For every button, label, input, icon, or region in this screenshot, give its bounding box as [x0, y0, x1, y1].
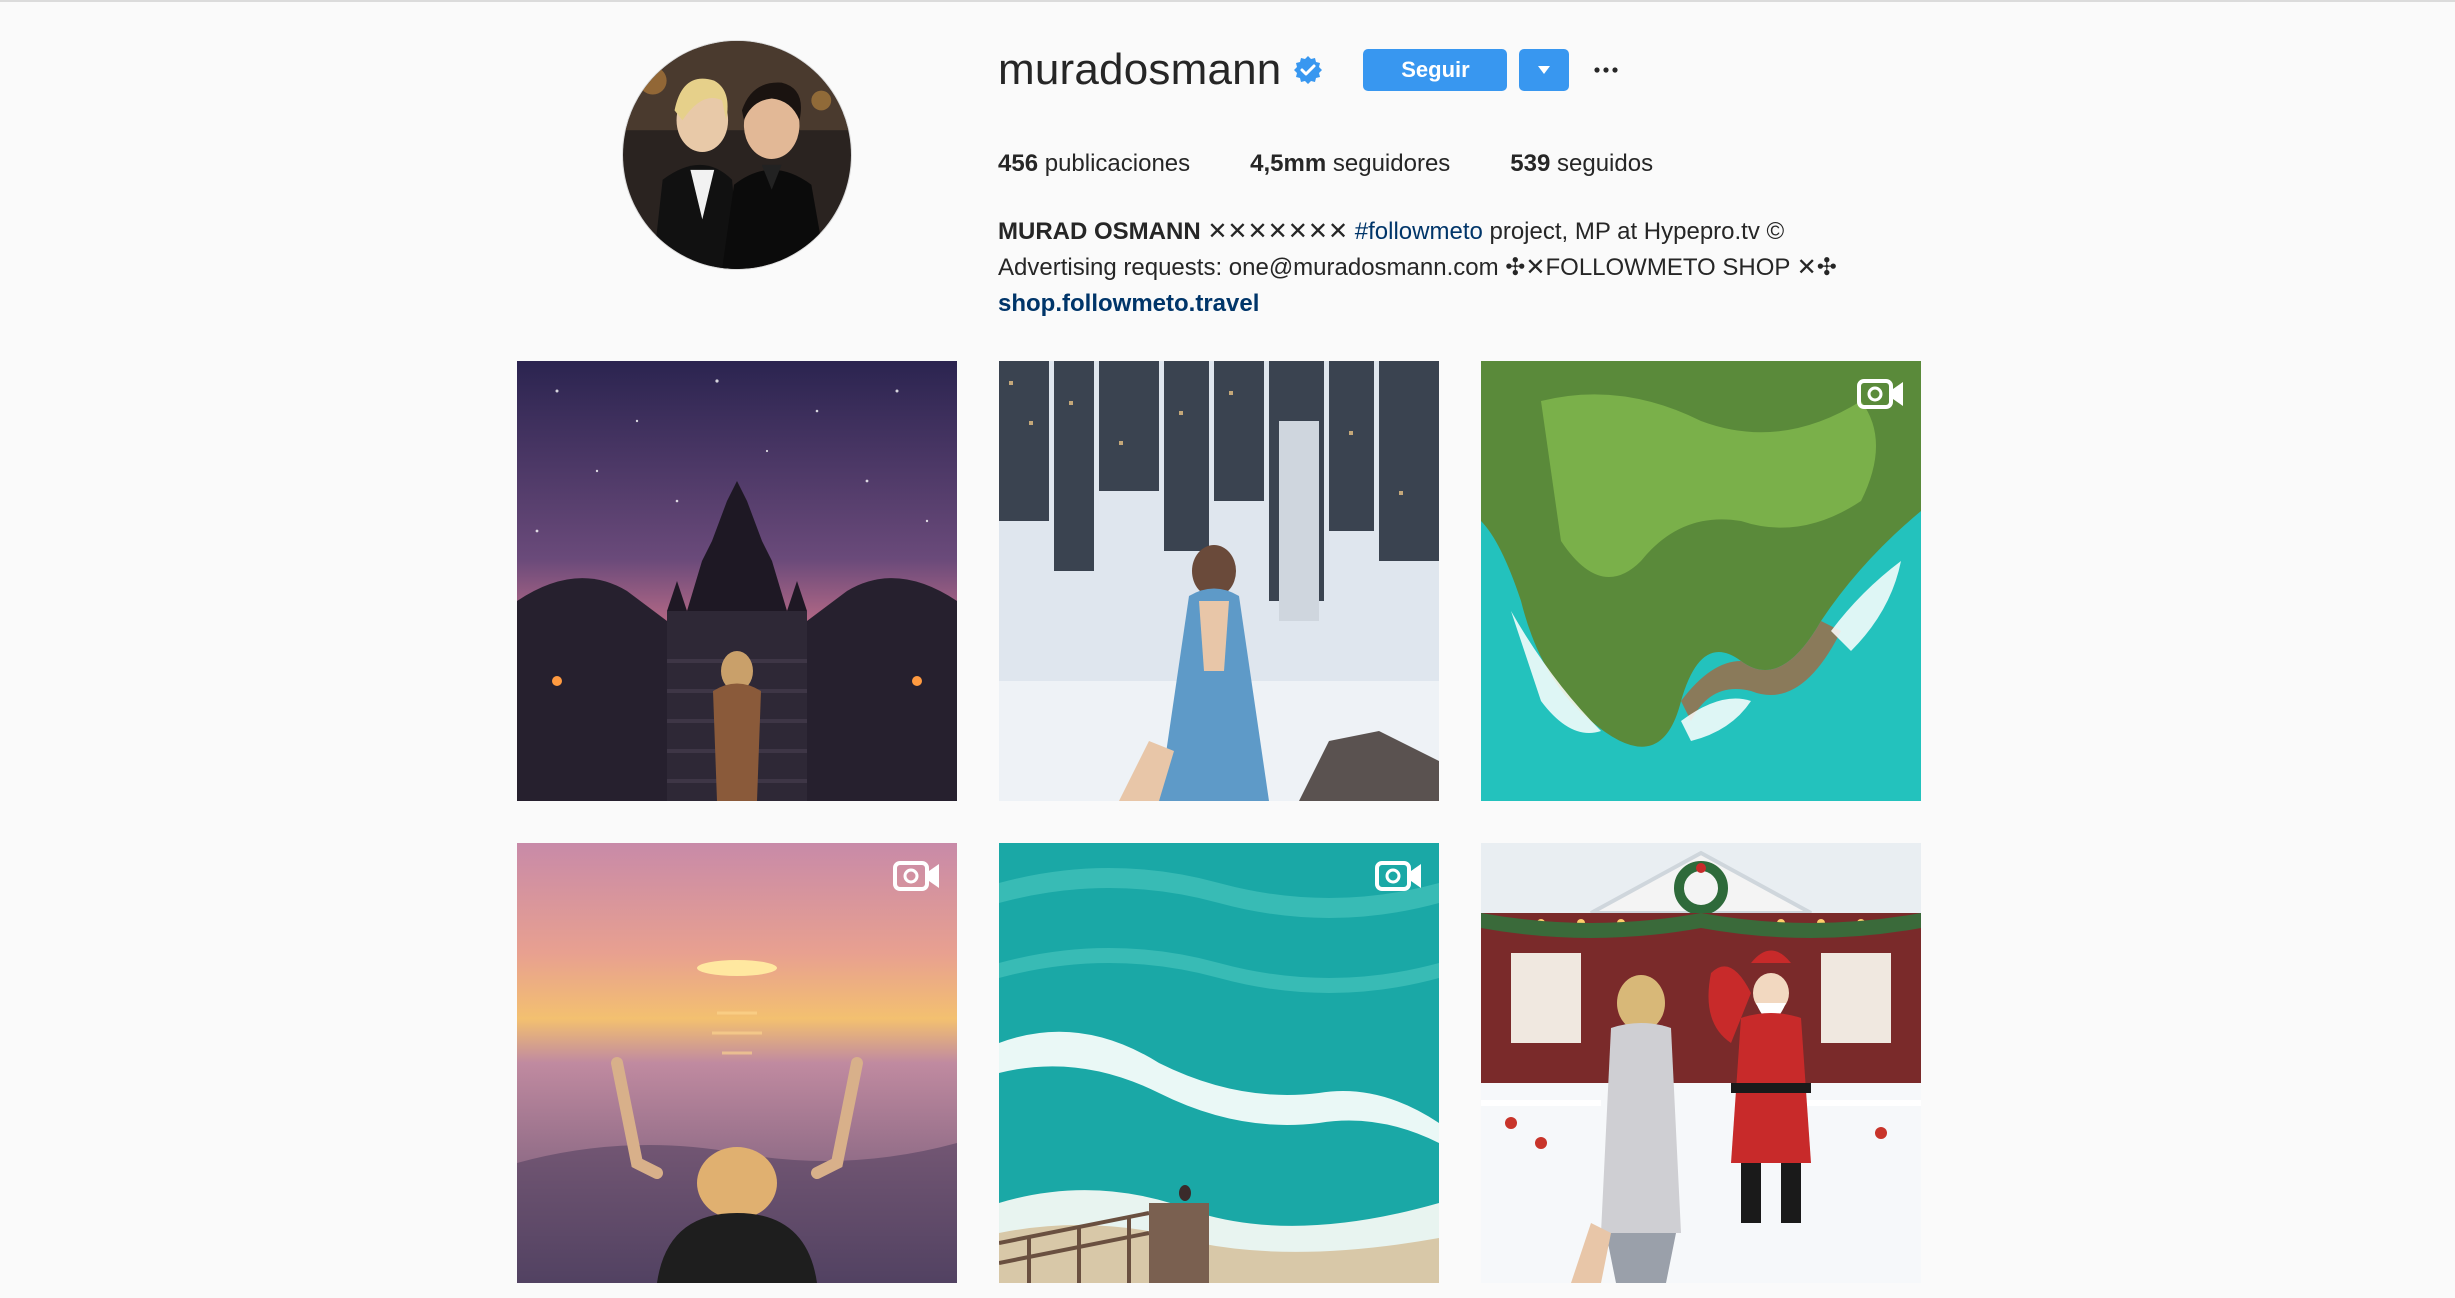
video-camera-icon	[1857, 379, 1903, 409]
posts-label: publicaciones	[1044, 150, 1191, 177]
profile-stats: 456 publicaciones 4,5mm seguidores 539 s…	[998, 150, 1918, 178]
top-border	[0, 0, 2455, 2]
bio-symbols: ✕✕✕✕✕✕✕	[1200, 218, 1355, 245]
post-tile[interactable]	[517, 843, 957, 1283]
bio-line-2: Advertising requests: one@muradosmann.co…	[998, 254, 1837, 281]
profile-avatar[interactable]	[622, 40, 852, 270]
username: muradosmann	[998, 45, 1282, 94]
profile-bio: MURAD OSMANN ✕✕✕✕✕✕✕ #followmeto project…	[998, 214, 1918, 322]
bio-line-1: MURAD OSMANN ✕✕✕✕✕✕✕ #followmeto project…	[998, 214, 1918, 250]
profile-info: muradosmann Seguir 456 publicaciones 4,5…	[998, 40, 1918, 322]
website-link[interactable]: shop.followmeto.travel	[998, 290, 1259, 317]
post-tile[interactable]	[999, 843, 1439, 1283]
video-camera-icon	[1375, 861, 1421, 891]
following-stat[interactable]: 539 seguidos	[1510, 150, 1653, 178]
video-camera-icon	[893, 861, 939, 891]
post-image-christmas	[1481, 843, 1921, 1283]
post-image-cliffs	[1481, 361, 1921, 801]
posts-stat: 456 publicaciones	[998, 150, 1190, 178]
profile-title-row: muradosmann Seguir	[998, 40, 1918, 100]
post-image-waves	[999, 843, 1439, 1283]
followers-count: 4,5mm	[1250, 150, 1327, 177]
post-tile[interactable]	[517, 361, 957, 801]
follow-button[interactable]: Seguir	[1363, 49, 1508, 91]
posts-count: 456	[998, 150, 1039, 177]
verified-badge-icon	[1293, 55, 1323, 85]
following-label: seguidos	[1557, 150, 1654, 177]
post-tile[interactable]	[1481, 843, 1921, 1283]
ellipsis-icon	[1594, 67, 1619, 73]
post-tile[interactable]	[1481, 361, 1921, 801]
post-image-temple	[517, 361, 957, 801]
following-count: 539	[1510, 150, 1551, 177]
followers-stat[interactable]: 4,5mm seguidores	[1250, 150, 1450, 178]
more-options-button[interactable]	[1591, 55, 1621, 85]
full-name: MURAD OSMANN	[998, 218, 1201, 245]
post-image-sunset	[517, 843, 957, 1283]
followers-label: seguidores	[1332, 150, 1451, 177]
post-tile[interactable]	[999, 361, 1439, 801]
triangle-down-icon	[1538, 66, 1551, 74]
profile-header: muradosmann Seguir 456 publicaciones 4,5…	[517, 40, 1921, 317]
avatar-image	[623, 41, 851, 269]
hashtag-link[interactable]: #followmeto	[1355, 218, 1483, 245]
post-image-city	[999, 361, 1439, 801]
suggestions-dropdown-button[interactable]	[1519, 49, 1570, 91]
bio-line-1-rest: project, MP at Hypepro.tv ©	[1482, 218, 1785, 245]
